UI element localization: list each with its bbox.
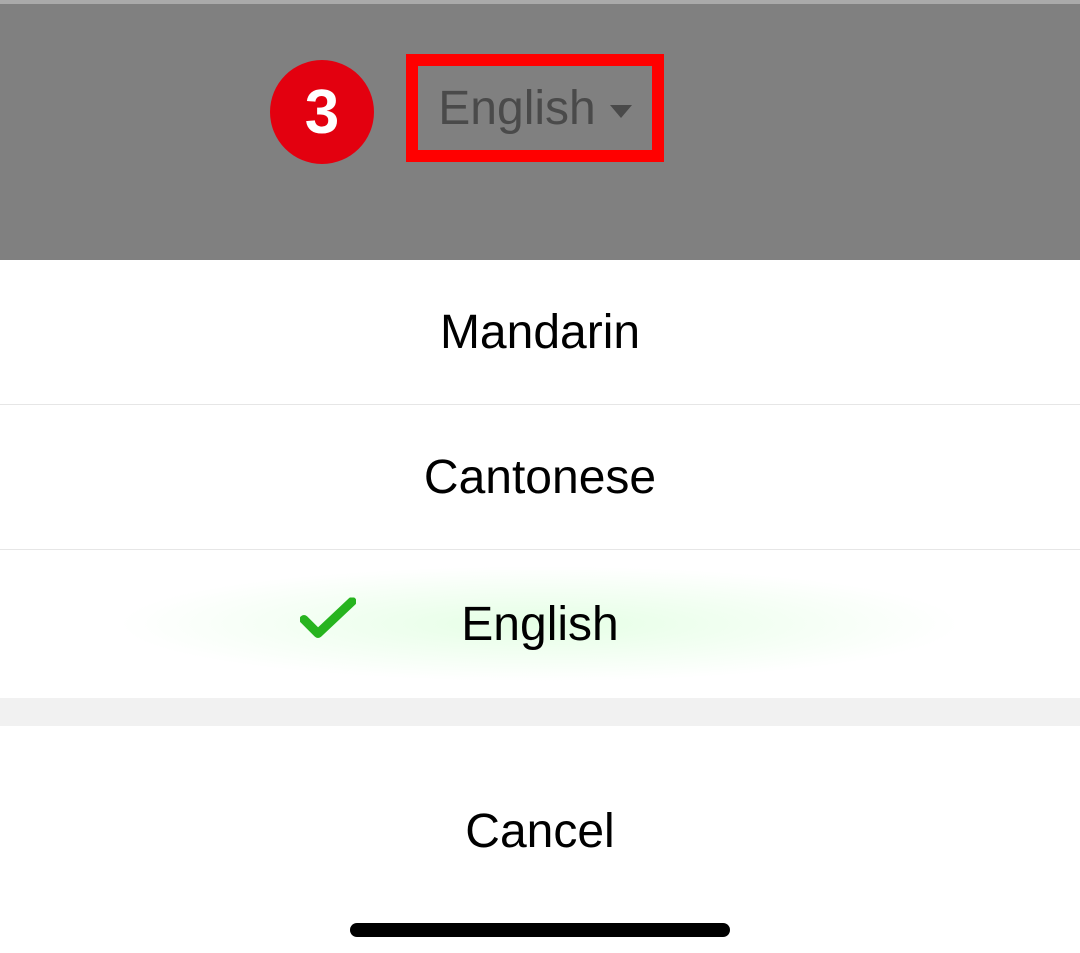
option-english[interactable]: English xyxy=(0,550,1080,698)
checkmark-icon xyxy=(300,597,356,652)
language-dropdown-label: English xyxy=(438,81,595,136)
cancel-label: Cancel xyxy=(465,804,614,859)
step-badge: 3 xyxy=(270,60,374,164)
option-label: Cantonese xyxy=(424,450,656,505)
dimmed-overlay[interactable]: 3 English xyxy=(0,4,1080,260)
annotation-highlight-box: English xyxy=(406,54,664,162)
option-label: English xyxy=(461,597,618,652)
option-label: Mandarin xyxy=(440,305,640,360)
chevron-down-icon xyxy=(610,105,632,118)
option-mandarin[interactable]: Mandarin xyxy=(0,260,1080,405)
sheet-separator xyxy=(0,698,1080,726)
cancel-button[interactable]: Cancel xyxy=(0,726,1080,936)
option-cantonese[interactable]: Cantonese xyxy=(0,405,1080,550)
language-dropdown[interactable]: English xyxy=(438,81,631,136)
step-number: 3 xyxy=(305,77,339,148)
language-action-sheet: Mandarin Cantonese English Cancel xyxy=(0,260,1080,936)
home-indicator[interactable] xyxy=(350,923,730,937)
